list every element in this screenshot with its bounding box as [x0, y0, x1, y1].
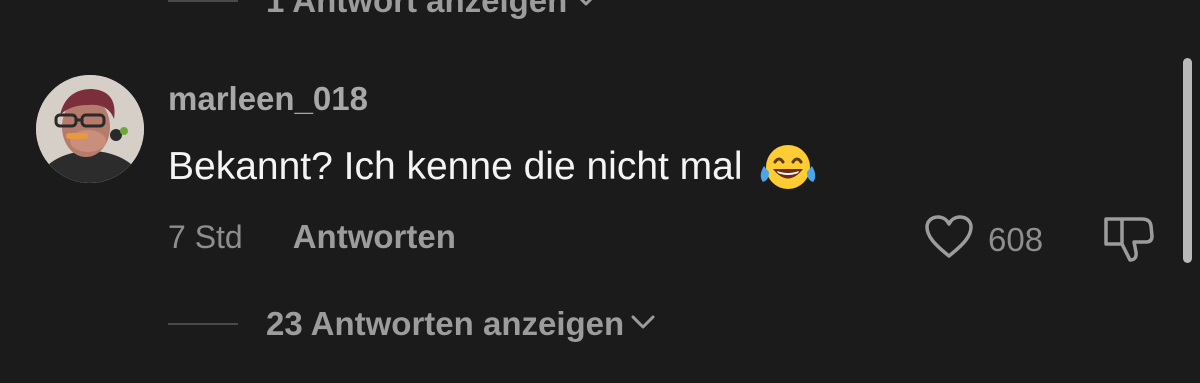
thumbs-down-icon[interactable] [1102, 217, 1156, 268]
comment-text: Bekannt? Ich kenne die nicht mal [168, 145, 743, 188]
avatar[interactable] [36, 75, 144, 183]
comment-body: Bekannt? Ich kenne die nicht mal [168, 142, 817, 192]
view-replies-label[interactable]: 1 Antwort anzeigen [266, 0, 567, 20]
divider-line [168, 0, 238, 2]
dislike-button[interactable] [1102, 214, 1156, 269]
scrollbar[interactable] [1183, 58, 1192, 263]
comment-username[interactable]: marleen_018 [168, 80, 368, 118]
like-button[interactable]: 608 [924, 214, 1043, 265]
reply-button[interactable]: Antworten [293, 218, 456, 256]
view-replies-row[interactable]: 23 Antworten anzeigen [168, 305, 656, 343]
view-replies-row-top[interactable]: 1 Antwort anzeigen [168, 0, 599, 20]
comment-meta: 7 Std Antworten [168, 218, 456, 256]
chevron-down-icon[interactable] [573, 0, 599, 13]
divider-line [168, 323, 238, 325]
like-count: 608 [988, 220, 1044, 258]
view-replies-label[interactable]: 23 Antworten anzeigen [266, 305, 624, 343]
laughing-emoji-icon [759, 142, 817, 192]
heart-icon[interactable] [924, 214, 974, 265]
chevron-down-icon[interactable] [630, 313, 656, 336]
comment-timestamp: 7 Std [168, 218, 243, 255]
